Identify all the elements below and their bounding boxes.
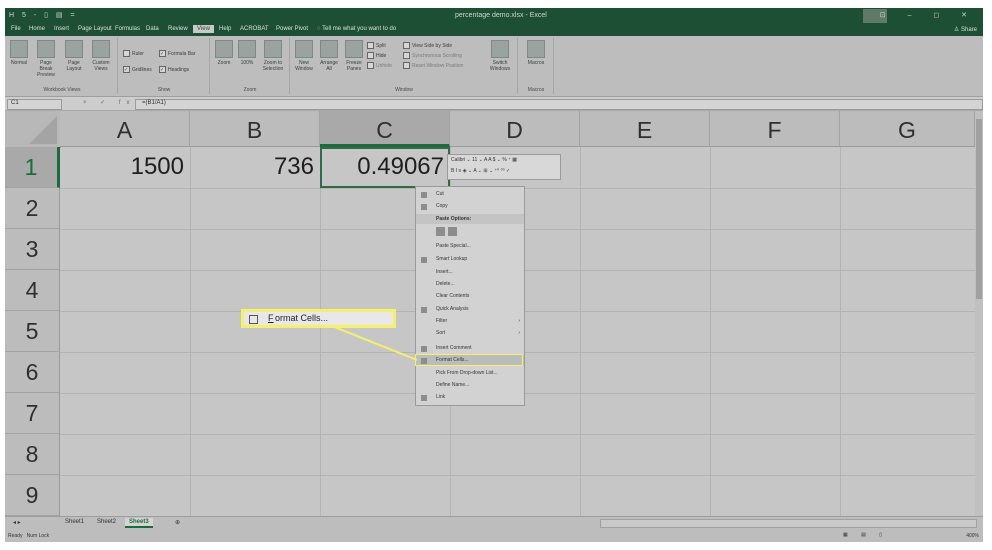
- callout-pointer: [316, 319, 418, 361]
- horizontal-scrollbar[interactable]: [600, 519, 977, 528]
- sheet-tab-sheet3[interactable]: Sheet3: [125, 518, 153, 528]
- num-lock-label: Num Lock: [26, 533, 50, 539]
- sheet-nav-arrows[interactable]: ◂ ▸: [9, 518, 25, 527]
- sheet-tabs-bar: ◂ ▸ Sheet1 Sheet2 Sheet3 ⊕: [5, 516, 983, 529]
- zoom-level[interactable]: 400%: [966, 533, 979, 539]
- status-ready: Ready Num Lock: [8, 533, 49, 539]
- view-buttons[interactable]: ▦ ▤ ▯: [843, 532, 888, 538]
- add-sheet-button[interactable]: ⊕: [171, 518, 184, 527]
- sheet-tab-sheet2[interactable]: Sheet2: [93, 518, 120, 526]
- format-cells-callout: F ormat Cells...: [241, 309, 396, 328]
- status-bar: Ready Num Lock ▦ ▤ ▯ 400%: [5, 529, 983, 542]
- ready-label: Ready: [8, 533, 23, 539]
- sheet-tab-sheet1[interactable]: Sheet1: [61, 518, 88, 526]
- callout-label: ormat Cells...: [275, 313, 329, 323]
- excel-window: H 5 - ▯ ▤ = percentage demo.xlsx - Excel…: [5, 8, 983, 542]
- callout-label-underlined: F: [268, 313, 274, 323]
- format-cells-icon: [249, 315, 258, 324]
